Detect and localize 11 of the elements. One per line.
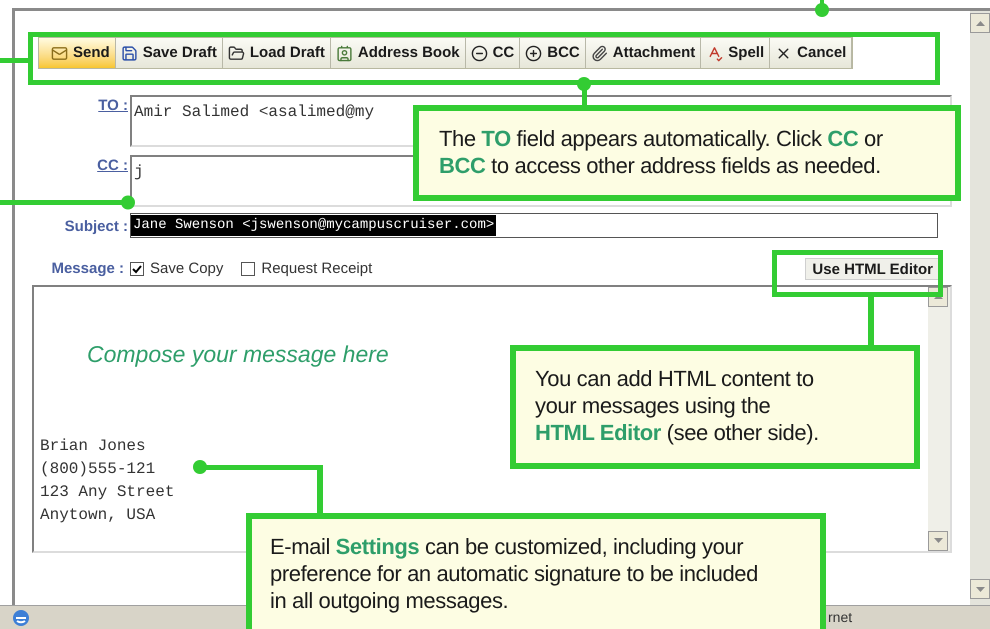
signature-line: Brian Jones	[40, 436, 146, 457]
callout-tooltip: You can add HTML content to your messages using the HTML Editor (see other side).	[510, 345, 920, 469]
callout-tooltip: The TO field appears automatically. Click CC or BCC to access other address fields as needed.	[413, 105, 961, 201]
signature-line: 123 Any Street	[40, 482, 174, 503]
field-label: Subject :	[64, 216, 129, 236]
field-label: Message :	[50, 259, 125, 279]
compose-hint: Compose your message here	[87, 340, 390, 369]
status-text: rnet	[828, 608, 852, 627]
callout-tooltip: E-mail Settings can be customized, including your preference for an automatic signature to be included in all outgoing messages.	[246, 513, 826, 629]
signature-line: Anytown, USA	[40, 505, 156, 526]
signature-line: (800)555-121	[40, 459, 156, 480]
